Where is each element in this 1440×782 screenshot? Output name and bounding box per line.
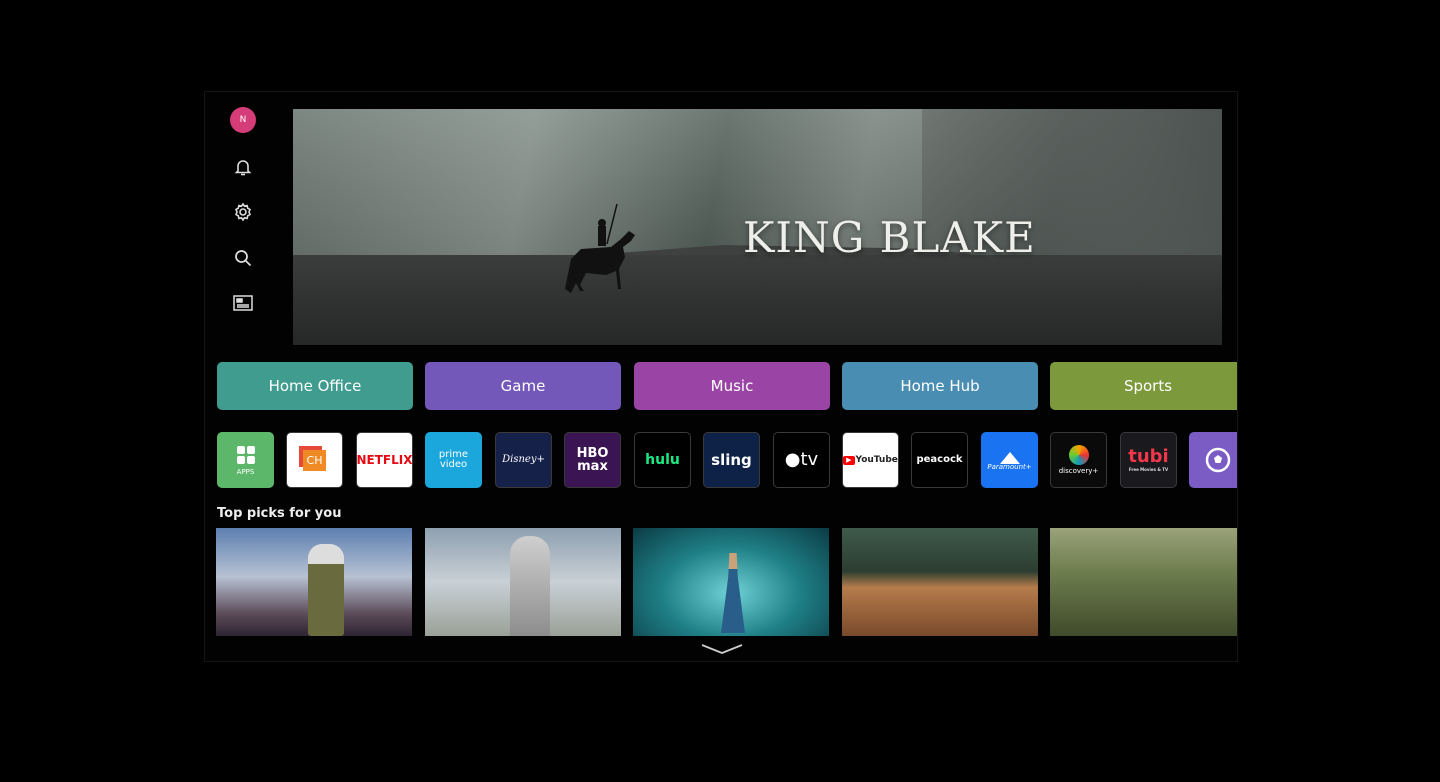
app-apple-tv[interactable]: ● tv (773, 432, 830, 488)
app-netflix[interactable]: NETFLIX (356, 432, 413, 488)
ch-logo: CH (302, 449, 327, 471)
paramount-mountain-icon (999, 451, 1020, 464)
chevron-down-icon[interactable] (700, 642, 744, 656)
search-icon[interactable] (231, 246, 255, 270)
woman-figure (721, 553, 745, 633)
app-tubi[interactable]: tubi Free Movies & TV (1120, 432, 1177, 488)
knight-figure (510, 536, 550, 636)
app-sling[interactable]: sling (703, 432, 760, 488)
category-home-hub[interactable]: Home Hub (842, 362, 1038, 410)
top-pick-maze[interactable] (842, 528, 1038, 636)
soccer-ball-icon (1205, 447, 1230, 473)
top-pick-astronaut[interactable] (216, 528, 412, 636)
hero-rocks (293, 255, 1222, 345)
bell-icon[interactable] (231, 155, 255, 179)
app-youtube[interactable]: ▶ YouTube (842, 432, 899, 488)
profile-avatar[interactable]: N (230, 107, 256, 133)
tubi-subtitle: Free Movies & TV (1128, 467, 1169, 472)
category-sports[interactable]: Sports (1050, 362, 1237, 410)
app-hulu[interactable]: hulu (634, 432, 691, 488)
apps-grid-icon (236, 445, 255, 464)
category-home-office[interactable]: Home Office (217, 362, 413, 410)
app-lg-channels[interactable]: CH (286, 432, 343, 488)
top-picks-heading: Top picks for you (217, 506, 342, 521)
app-apps[interactable]: APPS (217, 432, 274, 488)
top-pick-fairy-forest[interactable] (633, 528, 829, 636)
tv-home-screen: N KING BLAKE Home Office Game Music Home… (204, 91, 1238, 662)
app-peacock[interactable]: peacock (911, 432, 968, 488)
app-disney-plus[interactable]: Disney+ (495, 432, 552, 488)
apple-icon: ● (784, 449, 801, 470)
discovery-globe-icon (1068, 445, 1089, 465)
tubi-label: tubi (1128, 446, 1169, 467)
category-game[interactable]: Game (425, 362, 621, 410)
app-paramount-plus[interactable]: Paramount+ (981, 432, 1038, 488)
top-pick-white-knight[interactable] (425, 528, 621, 636)
hero-title: KING BLAKE (743, 213, 1036, 262)
paramount-label: Paramount+ (987, 462, 1032, 471)
apple-tv-label: tv (800, 449, 819, 470)
discovery-label: discovery+ (1058, 467, 1099, 475)
app-hbo-max[interactable]: HBO max (564, 432, 621, 488)
app-prime-video[interactable]: prime video (425, 432, 482, 488)
app-sports-alerts[interactable] (1189, 432, 1237, 488)
apps-label: APPS (236, 467, 255, 476)
category-music[interactable]: Music (634, 362, 830, 410)
youtube-play-icon: ▶ (843, 455, 855, 465)
gear-icon[interactable] (231, 200, 255, 224)
profile-initial: N (239, 115, 247, 125)
app-discovery-plus[interactable]: discovery+ (1050, 432, 1107, 488)
astronaut-figure (308, 544, 344, 636)
youtube-label: YouTube (855, 454, 898, 465)
hero-banner[interactable]: KING BLAKE (293, 109, 1222, 345)
knight-on-horse-image (565, 204, 635, 293)
guide-icon[interactable] (231, 291, 255, 315)
top-pick-green-hills[interactable] (1050, 528, 1237, 636)
